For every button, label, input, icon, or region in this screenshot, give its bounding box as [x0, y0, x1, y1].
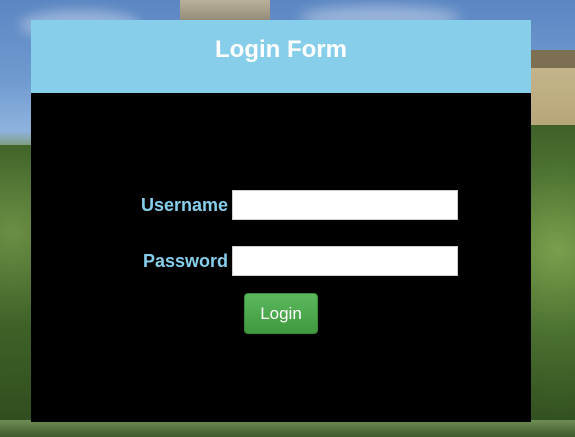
username-row: Username — [31, 190, 531, 222]
ivy-decoration-right — [531, 125, 575, 437]
password-row: Password — [31, 246, 531, 278]
grass-decoration — [0, 420, 575, 437]
login-header: Login Form — [31, 20, 531, 93]
password-label: Password — [142, 251, 228, 271]
password-input[interactable] — [232, 246, 458, 276]
ivy-decoration-left — [0, 145, 31, 437]
login-button[interactable]: Login — [244, 293, 318, 334]
building-roof-decoration — [531, 50, 575, 68]
username-input[interactable] — [232, 190, 458, 220]
login-panel: Login Form Username Password Login — [31, 20, 531, 422]
login-title: Login Form — [215, 36, 347, 63]
username-label: Username — [140, 195, 228, 215]
